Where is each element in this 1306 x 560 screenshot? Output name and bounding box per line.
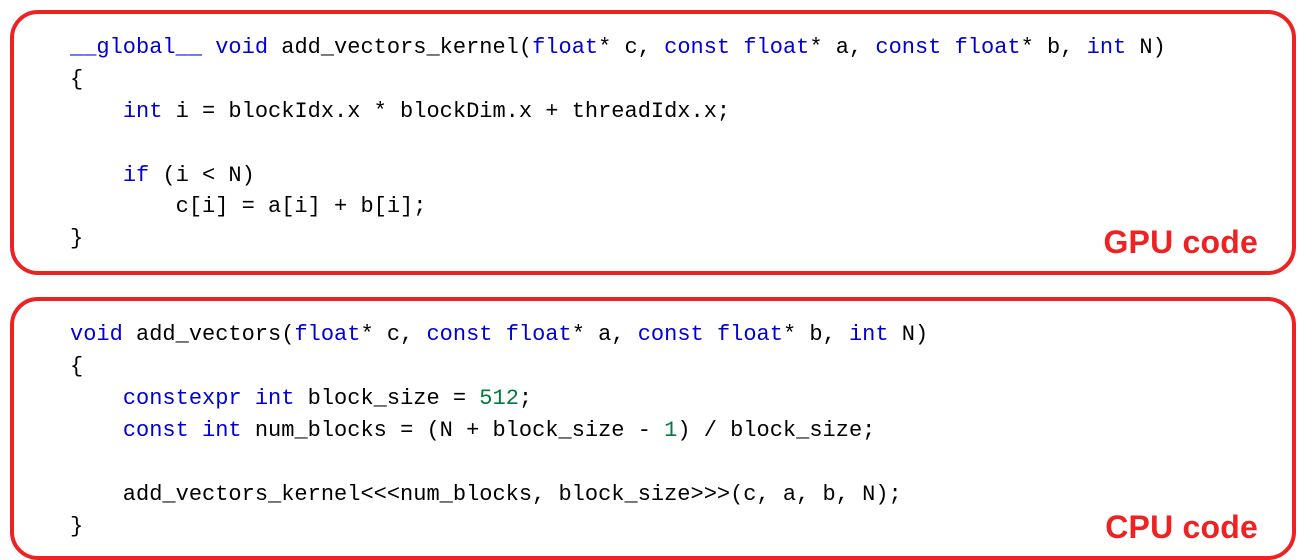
keyword-token: float xyxy=(294,322,360,347)
keyword-token: int xyxy=(255,386,295,411)
keyword-token: constexpr xyxy=(123,386,242,411)
number-token: 1 xyxy=(664,418,677,443)
gpu-label: GPU code xyxy=(1103,224,1258,261)
keyword-token: float xyxy=(955,35,1021,60)
keyword-token: void xyxy=(215,35,268,60)
keyword-token: if xyxy=(123,163,149,188)
keyword-token: float xyxy=(717,322,783,347)
cpu-code: void add_vectors(float* c, const float* … xyxy=(70,319,1266,542)
number-token: 512 xyxy=(479,386,519,411)
gpu-code-block: __global__ void add_vectors_kernel(float… xyxy=(10,10,1296,275)
keyword-token: const xyxy=(664,35,730,60)
cpu-code-block: void add_vectors(float* c, const float* … xyxy=(10,297,1296,560)
keyword-token: __global__ xyxy=(70,35,202,60)
cpu-label: CPU code xyxy=(1105,509,1258,546)
gpu-code: __global__ void add_vectors_kernel(float… xyxy=(70,32,1266,255)
keyword-token: const xyxy=(123,418,189,443)
keyword-token: int xyxy=(1087,35,1127,60)
keyword-token: float xyxy=(743,35,809,60)
keyword-token: int xyxy=(202,418,242,443)
keyword-token: const xyxy=(875,35,941,60)
keyword-token: const xyxy=(426,322,492,347)
keyword-token: float xyxy=(506,322,572,347)
keyword-token: void xyxy=(70,322,123,347)
keyword-token: float xyxy=(532,35,598,60)
keyword-token: int xyxy=(849,322,889,347)
keyword-token: const xyxy=(638,322,704,347)
keyword-token: int xyxy=(123,99,163,124)
